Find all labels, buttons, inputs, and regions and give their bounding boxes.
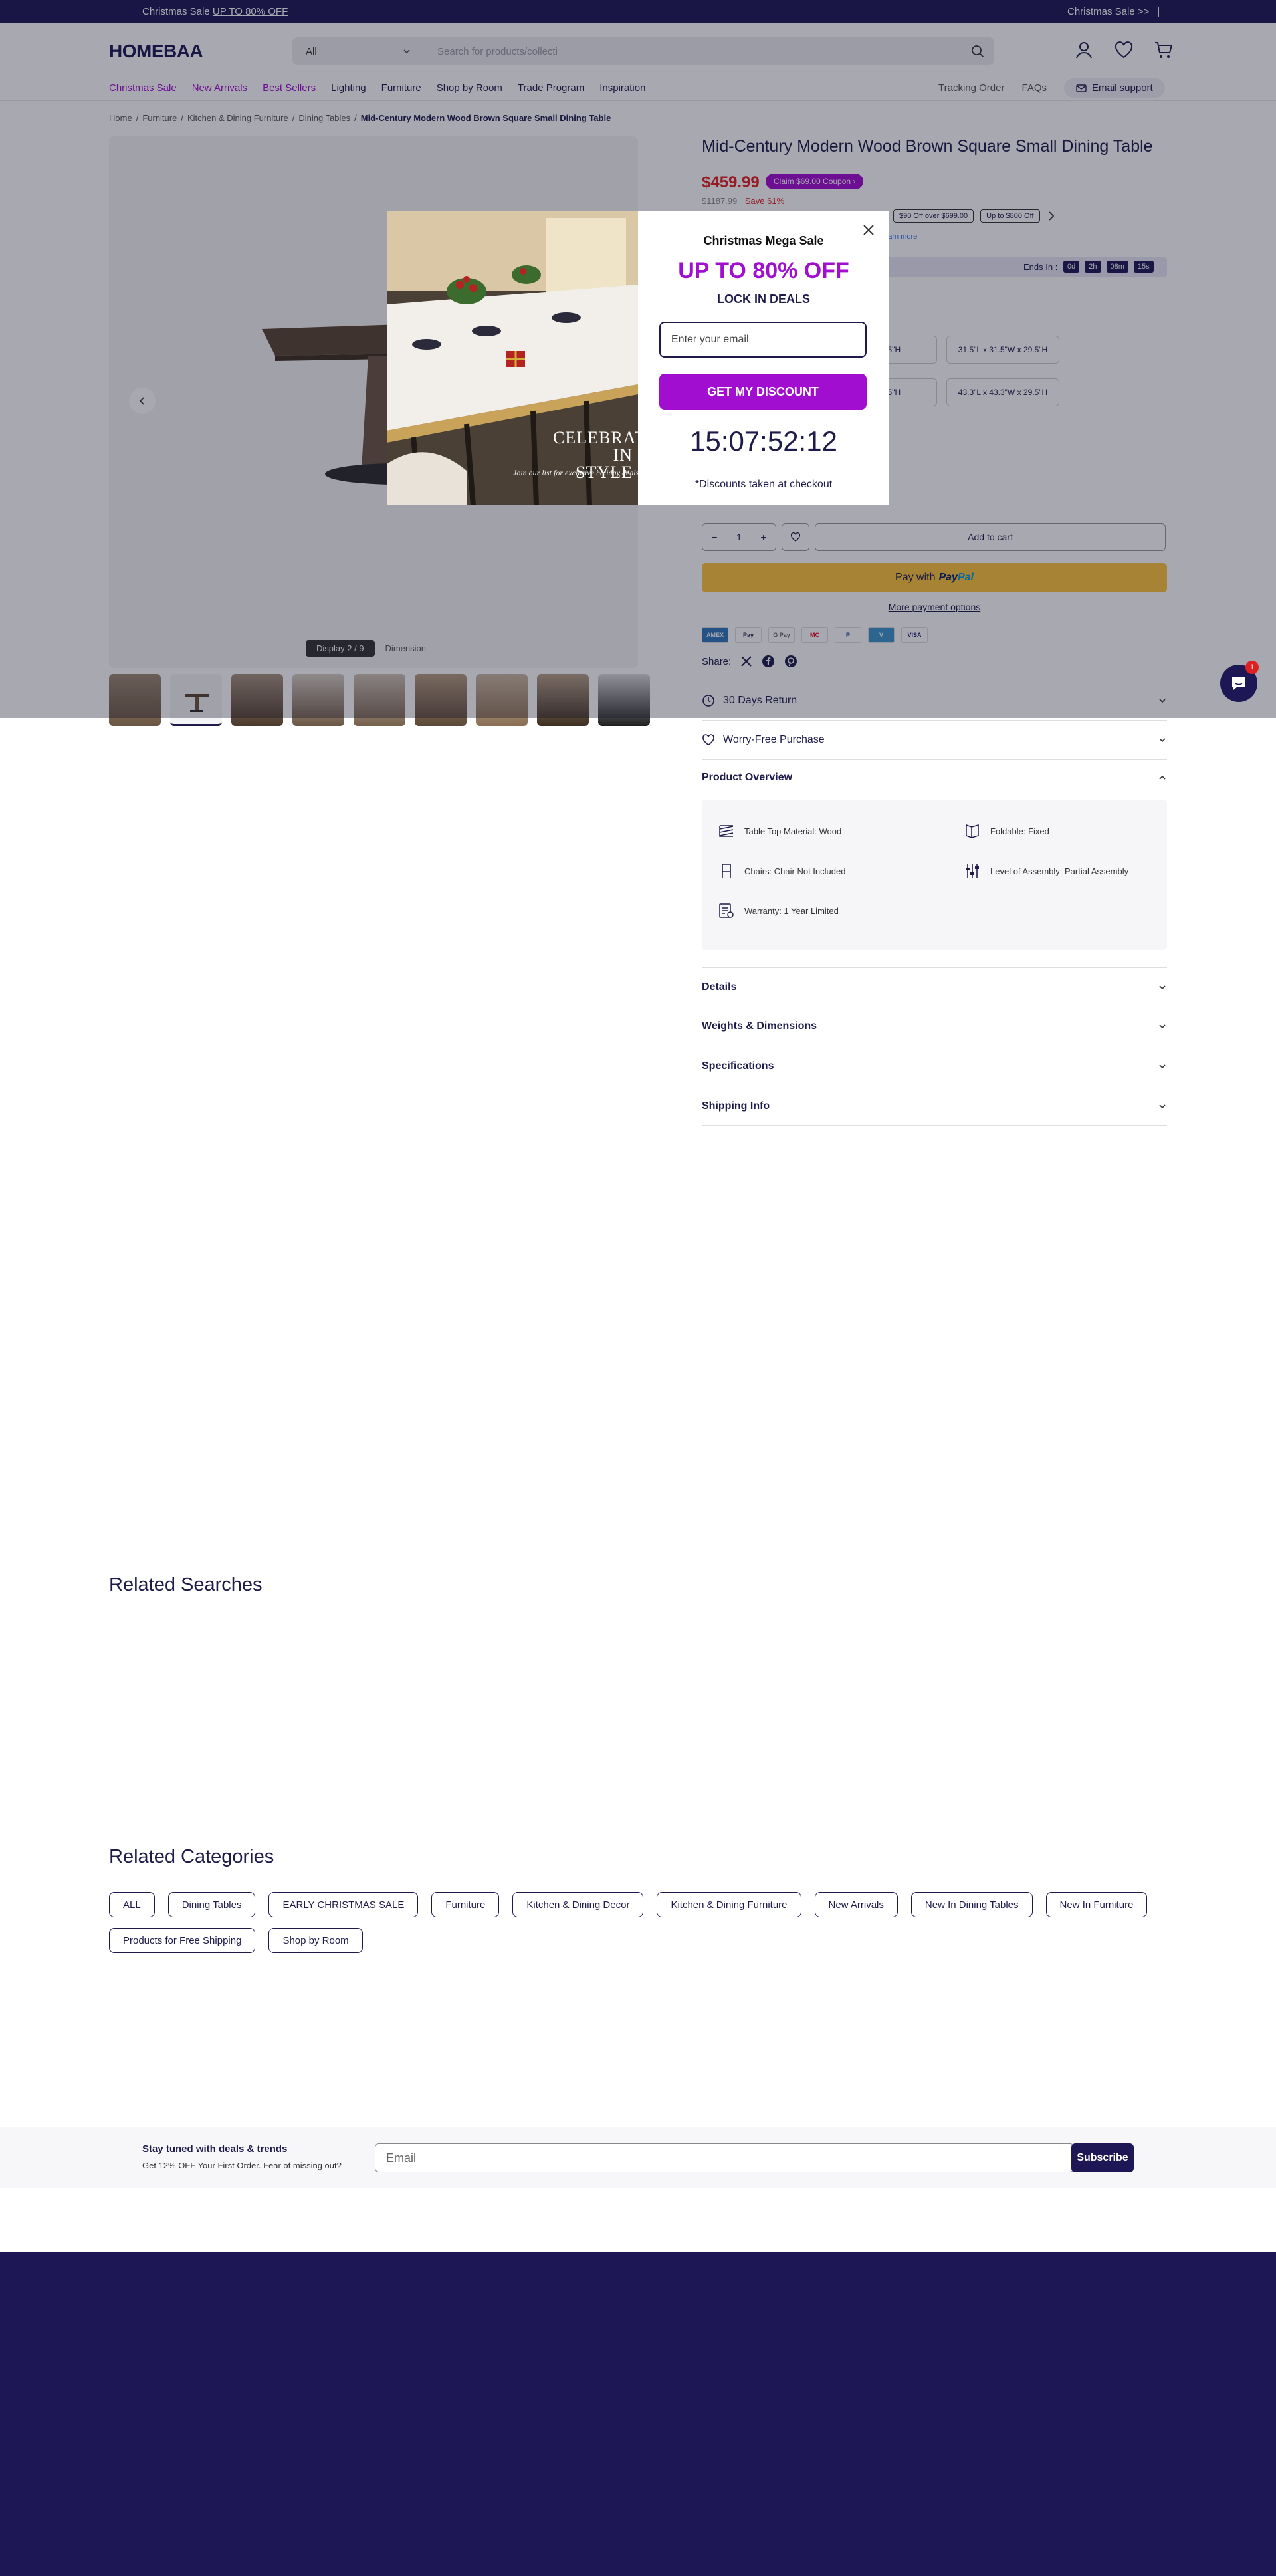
popup-form: Christmas Mega Sale UP TO 80% OFF LOCK I…: [638, 211, 889, 505]
product-overview-panel: Table Top Material: Wood Foldable: Fixed…: [702, 800, 1167, 950]
get-discount-button[interactable]: GET MY DISCOUNT: [659, 374, 867, 410]
category-tag[interactable]: Dining Tables: [167, 1892, 256, 1917]
overview-item-label: Table Top Material: Wood: [744, 826, 842, 836]
chat-button[interactable]: 1: [1220, 661, 1259, 702]
related-categories-list: ALL Dining Tables EARLY CHRISTMAS SALE F…: [109, 1892, 1172, 1953]
overview-item: Foldable: Fixed: [964, 822, 1049, 840]
chat-badge: 1: [1245, 661, 1259, 674]
newsletter-email-input[interactable]: Email: [375, 2143, 1074, 2172]
popup-email-input[interactable]: Enter your email: [659, 322, 867, 358]
accordion-weights-label: Weights & Dimensions: [702, 1020, 817, 1032]
newsletter-subtitle: Get 12% OFF Your First Order. Fear of mi…: [142, 2161, 342, 2170]
warranty-icon: [719, 903, 734, 918]
popup-offer: UP TO 80% OFF: [678, 258, 849, 283]
popup-countdown-timer: 15:07:52:12: [690, 425, 837, 457]
folding-icon: [966, 824, 979, 839]
category-tag[interactable]: Shop by Room: [268, 1928, 363, 1953]
accordion-specs-label: Specifications: [702, 1060, 774, 1072]
popup-image: CELEBRATE IN STYLE Join our list for exc…: [387, 211, 638, 505]
chevron-up-icon: [1159, 775, 1166, 780]
overview-item-label: Warranty: 1 Year Limited: [744, 905, 839, 916]
accordion-shipping[interactable]: Shipping Info: [702, 1087, 1167, 1126]
accordion-shipping-label: Shipping Info: [702, 1100, 770, 1112]
chevron-down-icon: [1159, 1104, 1166, 1109]
newsletter-title: Stay tuned with deals & trends: [142, 2143, 288, 2155]
overview-item: Level of Assembly: Partial Assembly: [964, 862, 1128, 879]
category-tag[interactable]: Furniture: [431, 1892, 500, 1917]
layers-icon: [719, 825, 734, 837]
overview-item: Warranty: 1 Year Limited: [718, 902, 839, 919]
accordion-details-label: Details: [702, 981, 737, 993]
chevron-down-icon: [1159, 738, 1166, 743]
popup-image-subtitle: Join our list for exclusive holiday deal…: [513, 468, 638, 477]
sliders-icon: [966, 864, 979, 878]
category-tag[interactable]: New In Furniture: [1045, 1892, 1148, 1917]
heart-icon: [702, 734, 714, 746]
promo-popup: CELEBRATE IN STYLE Join our list for exc…: [387, 211, 889, 505]
overview-item: Chairs: Chair Not Included: [718, 862, 845, 879]
category-tag[interactable]: ALL: [109, 1892, 155, 1917]
accordion-product-overview[interactable]: Product Overview: [702, 758, 1167, 797]
category-tag[interactable]: Kitchen & Dining Decor: [512, 1892, 644, 1917]
category-tag[interactable]: EARLY CHRISTMAS SALE: [268, 1892, 419, 1917]
accordion-worry-free[interactable]: Worry-Free Purchase: [702, 721, 1167, 760]
accordion-overview-label: Product Overview: [702, 771, 793, 783]
popup-heading: Christmas Mega Sale: [703, 234, 824, 247]
accordion-specifications[interactable]: Specifications: [702, 1047, 1167, 1086]
chevron-down-icon: [1159, 1024, 1166, 1029]
subscribe-button[interactable]: Subscribe: [1071, 2143, 1134, 2172]
overview-item: Table Top Material: Wood: [718, 822, 841, 840]
overview-item-label: Level of Assembly: Partial Assembly: [990, 866, 1129, 876]
site-footer: [0, 2252, 1276, 2576]
related-categories-title: Related Categories: [109, 1846, 274, 1867]
category-tag[interactable]: Kitchen & Dining Furniture: [657, 1892, 801, 1917]
overview-item-label: Foldable: Fixed: [990, 826, 1049, 836]
popup-note: *Discounts taken at checkout: [694, 479, 833, 490]
category-tag[interactable]: New Arrivals: [814, 1892, 898, 1917]
accordion-worry-label: Worry-Free Purchase: [723, 734, 825, 745]
chevron-down-icon: [1159, 1064, 1166, 1069]
category-tag[interactable]: New In Dining Tables: [910, 1892, 1033, 1917]
chevron-down-icon: [1159, 985, 1166, 989]
category-tag[interactable]: Products for Free Shipping: [109, 1928, 256, 1953]
newsletter-section: Stay tuned with deals & trends Get 12% O…: [0, 2127, 1276, 2188]
accordion-weights[interactable]: Weights & Dimensions: [702, 1007, 1167, 1046]
chat-icon: [1232, 677, 1245, 690]
popup-lock-deals: LOCK IN DEALS: [716, 293, 810, 306]
related-searches-title: Related Searches: [109, 1574, 263, 1595]
accordion-details[interactable]: Details: [702, 967, 1167, 1006]
overview-item-label: Chairs: Chair Not Included: [744, 866, 846, 876]
chair-icon: [722, 864, 731, 878]
